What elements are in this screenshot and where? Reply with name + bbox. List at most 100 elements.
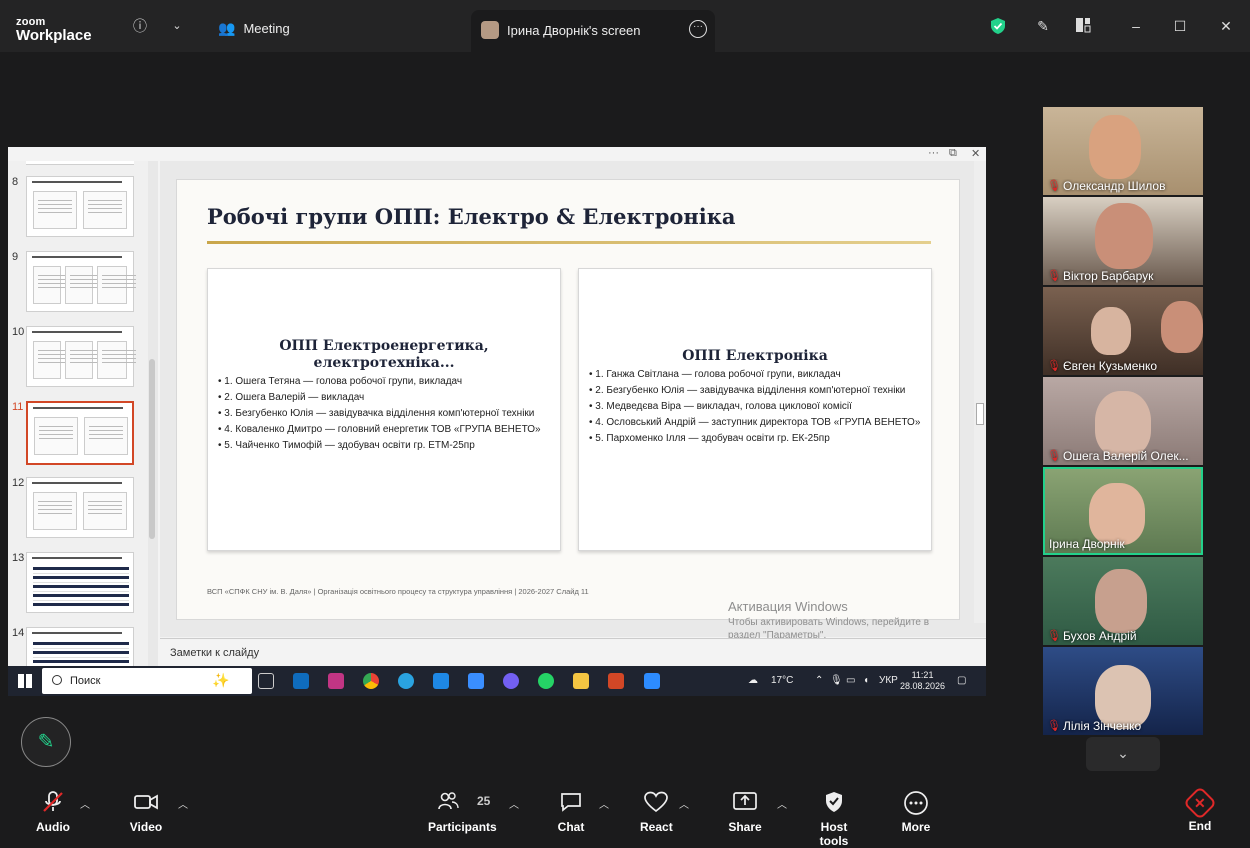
participant-video xyxy=(1095,569,1147,633)
end-meeting-button[interactable]: ✕ End xyxy=(1183,786,1217,833)
share-options-caret-icon[interactable]: ︿ xyxy=(777,796,787,811)
thumbnail-image-selected[interactable] xyxy=(26,401,134,465)
video-button[interactable]: Video xyxy=(128,790,164,834)
folder-icon[interactable] xyxy=(573,673,589,689)
taskbar-search[interactable]: Поиск ✨ xyxy=(42,668,252,694)
battery-icon[interactable]: ▭ xyxy=(846,675,855,686)
share-button[interactable]: Share xyxy=(728,790,762,834)
shared-screen-title: Ірина Дворнік's screen xyxy=(507,23,641,38)
chrome-icon[interactable] xyxy=(363,673,379,689)
thumbnail-image[interactable] xyxy=(26,326,136,387)
layout-icon[interactable] xyxy=(1074,17,1092,35)
outlook-icon[interactable] xyxy=(293,673,309,689)
list-item: • 2. Ошега Валерій — викладач xyxy=(218,392,365,403)
chevron-down-icon[interactable]: ⌄ xyxy=(168,17,186,35)
minimize-icon[interactable]: – xyxy=(1127,17,1145,35)
react-button[interactable]: React xyxy=(640,790,673,834)
meeting-tab[interactable]: 👥 Meeting xyxy=(218,20,290,37)
scrollbar-thumb[interactable] xyxy=(976,403,984,425)
zoom-icon[interactable] xyxy=(644,673,660,689)
participant-name: 🎙 Євген Кузьменко xyxy=(1047,359,1199,373)
ppt-window-controls: ··· ⧉ ✕ xyxy=(8,147,986,161)
video-tile[interactable]: 🎙 Євген Кузьменко xyxy=(1043,287,1203,375)
taskbar-clock[interactable]: 11:21 28.08.2026 xyxy=(900,670,945,692)
thumbnail-image[interactable] xyxy=(26,552,134,613)
participant-name: 🎙 Ошега Валерій Олек... xyxy=(1047,449,1199,463)
annotate-pencil-button[interactable]: ✎ xyxy=(21,717,71,767)
language-indicator[interactable]: УКР xyxy=(879,675,898,686)
host-tools-button[interactable]: Host tools xyxy=(805,790,863,848)
instagram-icon[interactable] xyxy=(328,673,344,689)
chat-options-caret-icon[interactable]: ︿ xyxy=(599,796,609,811)
notes-pane[interactable]: Заметки к слайду xyxy=(160,638,986,666)
windows-start-icon[interactable] xyxy=(18,674,32,688)
close-icon[interactable]: ✕ xyxy=(1217,17,1235,35)
logo-line2: Workplace xyxy=(16,27,92,44)
viber-icon[interactable] xyxy=(503,673,519,689)
mic-muted-icon: 🎙 xyxy=(1047,720,1061,732)
more-button[interactable]: More xyxy=(900,790,932,834)
video-tile[interactable]: 🎙 Бухов Андрій xyxy=(1043,557,1203,645)
end-label: End xyxy=(1188,819,1212,833)
video-tile-active-speaker[interactable]: Ірина Дворнік xyxy=(1043,467,1203,555)
windows-activation-watermark: Активация Windows Чтобы активировать Win… xyxy=(728,599,958,642)
left-card-heading: ОПП Електроенергетика, електротехніка... xyxy=(279,338,489,371)
thumbnails-scrollbar[interactable] xyxy=(148,161,158,666)
chevron-down-icon: ⌄ xyxy=(1117,745,1129,761)
participants-label: Participants xyxy=(428,820,497,834)
restore-icon[interactable]: ⧉ xyxy=(949,147,957,160)
task-view-icon[interactable] xyxy=(258,673,274,689)
ellipsis-icon[interactable]: ··· xyxy=(928,147,939,159)
more-options-icon[interactable]: ··· xyxy=(689,20,707,38)
scrollbar-thumb[interactable] xyxy=(149,359,155,539)
thumbnail-image[interactable] xyxy=(26,477,134,538)
info-icon[interactable]: ⓘ xyxy=(131,17,149,35)
audio-button[interactable]: Audio xyxy=(36,790,70,834)
weather-icon[interactable]: ☁ xyxy=(748,675,758,686)
close-icon[interactable]: ✕ xyxy=(971,147,980,160)
chevron-up-icon[interactable]: ⌃ xyxy=(815,675,823,686)
participant-name-text: Бухов Андрій xyxy=(1063,629,1137,643)
participant-name: 🎙 Бухов Андрій xyxy=(1047,629,1199,643)
video-options-caret-icon[interactable]: ︿ xyxy=(178,796,188,811)
thumbnail-number: 10 xyxy=(12,326,25,338)
slide-canvas[interactable]: Робочі групи ОПП: Електро & Електроніка … xyxy=(176,179,960,620)
zoom-logo: zoom Workplace xyxy=(16,16,92,44)
gallery-scroll-down-button[interactable]: ⌄ xyxy=(1086,737,1160,771)
notifications-icon[interactable]: ▢ xyxy=(957,675,966,686)
people-icon: 👥 xyxy=(218,20,236,36)
thumbnail-image[interactable] xyxy=(26,176,134,237)
video-tile[interactable]: 🎙 Олександр Шилов xyxy=(1043,107,1203,195)
audio-options-caret-icon[interactable]: ︿ xyxy=(80,796,90,811)
whatsapp-icon[interactable] xyxy=(538,673,554,689)
shared-screen-tab[interactable]: Ірина Дворнік's screen ··· xyxy=(471,10,715,52)
slide-footer: ВСП «СПФК СНУ ім. В. Даля» | Організація… xyxy=(207,587,589,596)
chat-button[interactable]: Chat xyxy=(556,790,586,834)
defender-icon[interactable] xyxy=(433,673,449,689)
slide-scrollbar[interactable] xyxy=(974,161,986,623)
thumbnail-number: 12 xyxy=(12,477,25,489)
participants-options-caret-icon[interactable]: ︿ xyxy=(509,796,519,811)
audio-label: Audio xyxy=(36,820,70,834)
left-card-list: • 1. Ошега Тетяна — голова робочої групи… xyxy=(208,376,560,452)
react-options-caret-icon[interactable]: ︿ xyxy=(679,796,689,811)
video-tile[interactable]: 🎙 Лілія Зінченко xyxy=(1043,647,1203,735)
meeting-toolbar: Audio ︿ Video ︿ Participants 25 ︿ Chat ︿… xyxy=(0,782,1250,848)
video-tile[interactable]: 🎙 Віктор Барбарук xyxy=(1043,197,1203,285)
store-icon[interactable] xyxy=(468,673,484,689)
powerpoint-icon[interactable] xyxy=(608,673,624,689)
thumbnail-image[interactable] xyxy=(26,627,134,667)
maximize-icon[interactable]: ☐ xyxy=(1171,17,1189,35)
video-tile[interactable]: 🎙 Ошега Валерій Олек... xyxy=(1043,377,1203,465)
activation-title: Активация Windows xyxy=(728,599,848,614)
list-item: • 2. Безгубенко Юлія — завідувачка відді… xyxy=(589,385,906,396)
security-shield-icon[interactable] xyxy=(989,17,1007,35)
thumbnail-partial xyxy=(26,161,134,165)
slide-thumbnails-pane: 8 9 10 11 12 13 14 xyxy=(8,161,158,667)
microphone-icon[interactable]: 🎙 xyxy=(830,675,843,686)
volume-icon[interactable]: ◖ xyxy=(863,675,869,686)
magic-wand-icon[interactable]: ✎ xyxy=(1034,17,1052,35)
weather-temp: 17°C xyxy=(771,675,794,686)
telegram-icon[interactable] xyxy=(398,673,414,689)
thumbnail-image[interactable] xyxy=(26,251,136,312)
